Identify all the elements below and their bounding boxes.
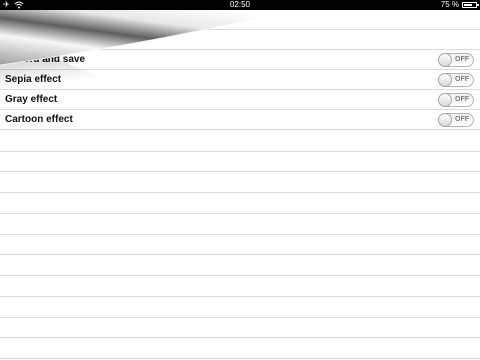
blank-row (0, 194, 480, 214)
blank-row (0, 277, 480, 297)
blank-row (0, 30, 480, 50)
sepia-toggle[interactable]: OFF (438, 73, 474, 87)
toggle-text: OFF (455, 96, 469, 103)
blank-row (0, 235, 480, 255)
toggle-knob (438, 73, 452, 87)
toggle-text: OFF (455, 56, 469, 63)
record-toggle[interactable]: OFF (438, 53, 474, 67)
blank-row (0, 152, 480, 172)
row-gray-effect: Gray effect OFF (0, 90, 480, 110)
toggle-knob (438, 93, 452, 107)
gray-toggle[interactable]: OFF (438, 93, 474, 107)
row-label: Cartoon effect (5, 114, 73, 125)
status-time: 02:50 (229, 0, 251, 9)
row-label: Gray effect (5, 94, 58, 105)
toggle-knob (438, 113, 452, 127)
blank-row (0, 215, 480, 235)
row-sepia-effect: Sepia effect OFF (0, 70, 480, 90)
cartoon-toggle[interactable]: OFF (438, 113, 474, 127)
blank-row (0, 339, 480, 359)
status-right: 75 % (440, 0, 479, 10)
toggle-knob (438, 53, 452, 67)
row-label: Sepia effect (5, 74, 62, 85)
toggle-text: OFF (455, 76, 469, 83)
row-cartoon-effect: Cartoon effect OFF (0, 110, 480, 130)
blank-row (0, 10, 480, 30)
row-record-and-save: Record and save OFF (0, 50, 480, 70)
blank-row (0, 256, 480, 276)
blank-row (0, 318, 480, 338)
blank-row (0, 298, 480, 318)
blank-row (0, 173, 480, 193)
row-label: Record and save (5, 54, 86, 65)
blank-row (0, 132, 480, 152)
settings-list: Record and save OFF Sepia effect OFF Gra… (0, 10, 480, 360)
battery-fill (464, 4, 472, 6)
status-bar: ✈ 02:50 75 % (0, 0, 480, 10)
battery-percent: 75 % (440, 0, 459, 9)
toggle-text: OFF (455, 116, 469, 123)
battery-icon (462, 2, 479, 8)
